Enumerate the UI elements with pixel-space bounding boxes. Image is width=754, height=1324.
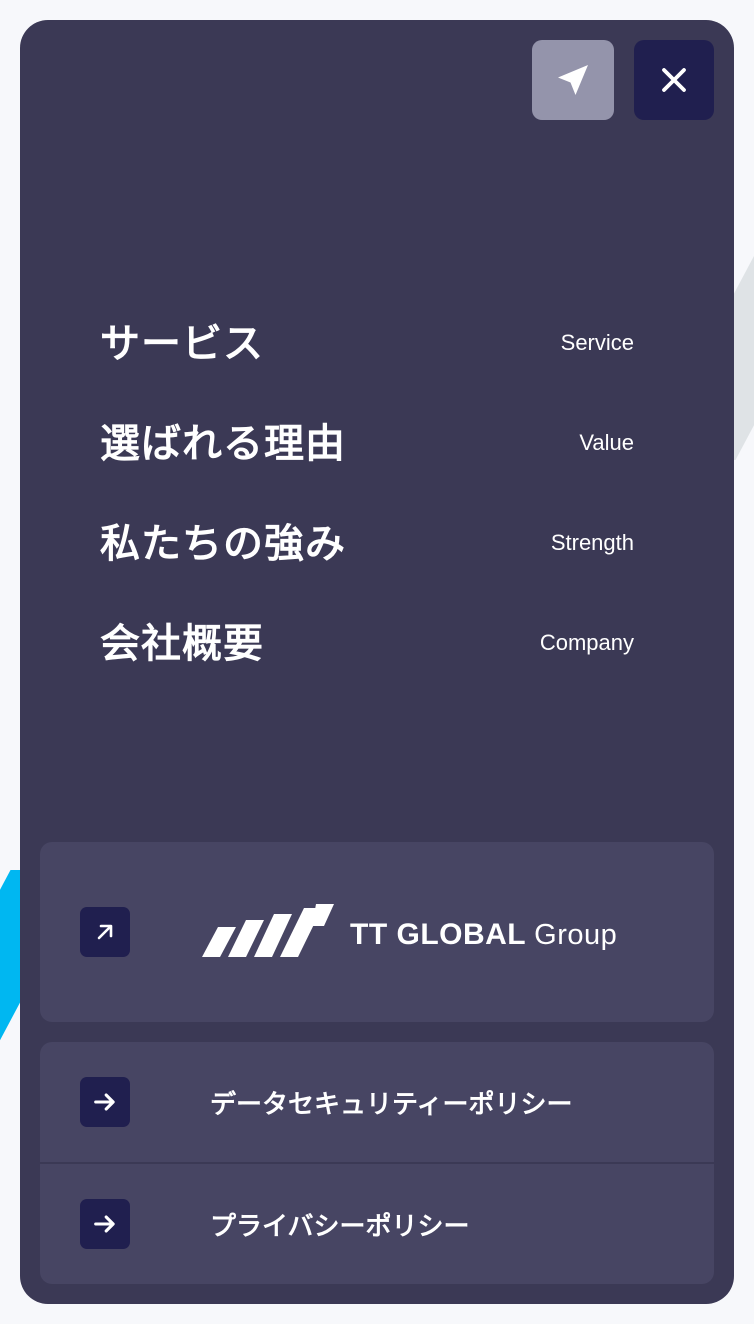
policy-links: データセキュリティーポリシー プライバシーポリシー: [40, 1042, 714, 1284]
tt-global-group-logo: TT GLOBAL Group: [200, 902, 630, 962]
nav-item-label-jp: 会社概要: [100, 621, 264, 667]
nav-item-label-jp: 選ばれる理由: [100, 421, 346, 467]
nav-item-company[interactable]: 会社概要 Company: [100, 590, 634, 690]
nav-item-label-en: Strength: [550, 530, 634, 555]
contact-button[interactable]: [532, 40, 614, 120]
nav-item-label-jp: サービス: [100, 321, 264, 367]
arrow-right-icon: [94, 1215, 115, 1233]
nav-item-strength[interactable]: 私たちの強み Strength: [100, 490, 634, 590]
close-button[interactable]: [634, 40, 714, 120]
nav-item-label-jp: 私たちの強み: [100, 521, 346, 567]
paper-plane-icon: [558, 65, 588, 95]
nav-item-service[interactable]: サービス Service: [100, 290, 634, 390]
logo-mark: [202, 904, 334, 957]
link-label: データセキュリティーポリシー: [210, 1090, 573, 1120]
external-link-badge: [80, 907, 130, 957]
logo-wordmark: TT GLOBAL Group: [350, 918, 617, 952]
link-label: プライバシーポリシー: [210, 1212, 470, 1242]
logo-text-bold: TT GLOBAL: [350, 918, 527, 951]
nav-item-label-en: Service: [560, 330, 634, 355]
nav-item-label-en: Company: [539, 630, 634, 655]
external-arrow-icon: [97, 924, 113, 940]
link-privacy-policy[interactable]: プライバシーポリシー: [40, 1164, 714, 1284]
link-arrow-badge: [80, 1199, 130, 1249]
close-icon: [662, 68, 686, 92]
group-site-link[interactable]: TT GLOBAL Group: [40, 842, 714, 1022]
logo-text-light: Group: [534, 919, 618, 951]
nav-item-value[interactable]: 選ばれる理由 Value: [100, 390, 634, 490]
nav-item-label-en: Value: [579, 430, 634, 455]
menu-panel: サービス Service 選ばれる理由 Value 私たちの強み Strengt…: [20, 20, 734, 1304]
main-nav: サービス Service 選ばれる理由 Value 私たちの強み Strengt…: [100, 290, 634, 690]
arrow-right-icon: [94, 1093, 115, 1111]
link-data-security-policy[interactable]: データセキュリティーポリシー: [40, 1042, 714, 1164]
link-arrow-badge: [80, 1077, 130, 1127]
